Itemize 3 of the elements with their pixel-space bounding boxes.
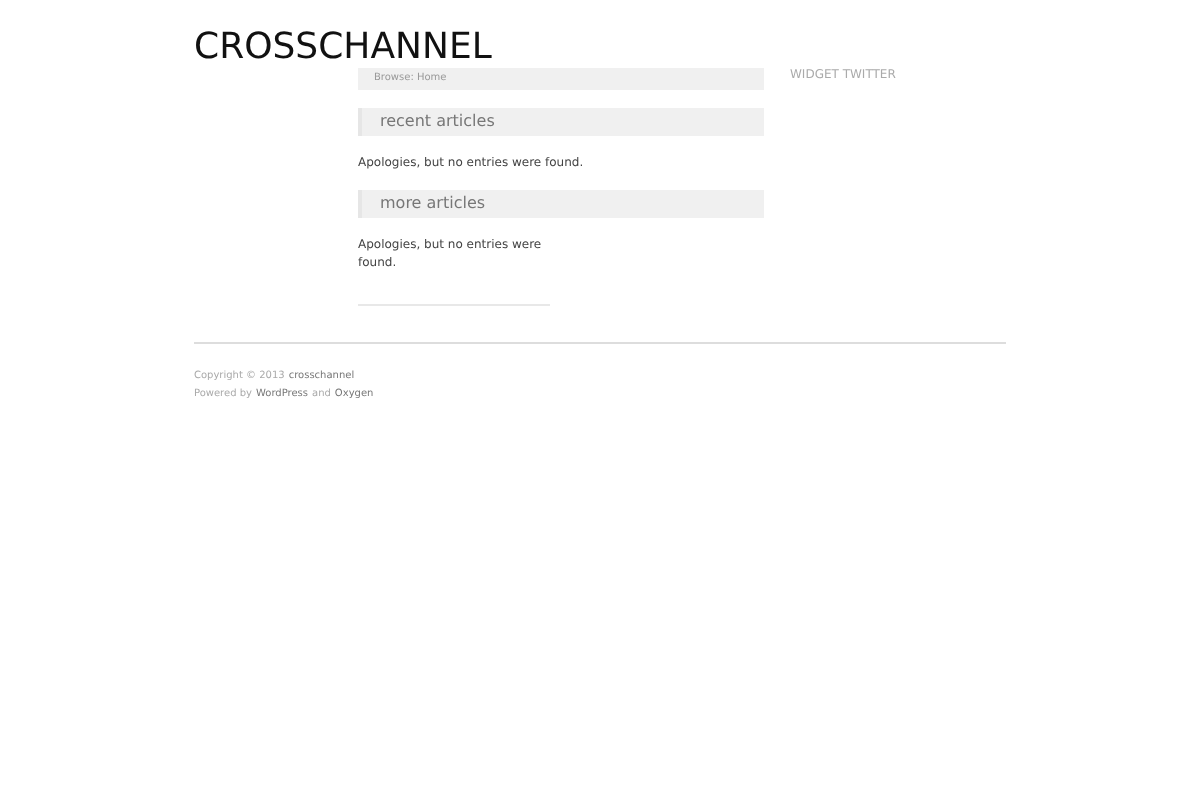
section-heading: more articles <box>358 190 764 218</box>
site-title[interactable]: CROSSCHANNEL <box>194 26 492 68</box>
section-heading: recent articles <box>358 108 764 136</box>
